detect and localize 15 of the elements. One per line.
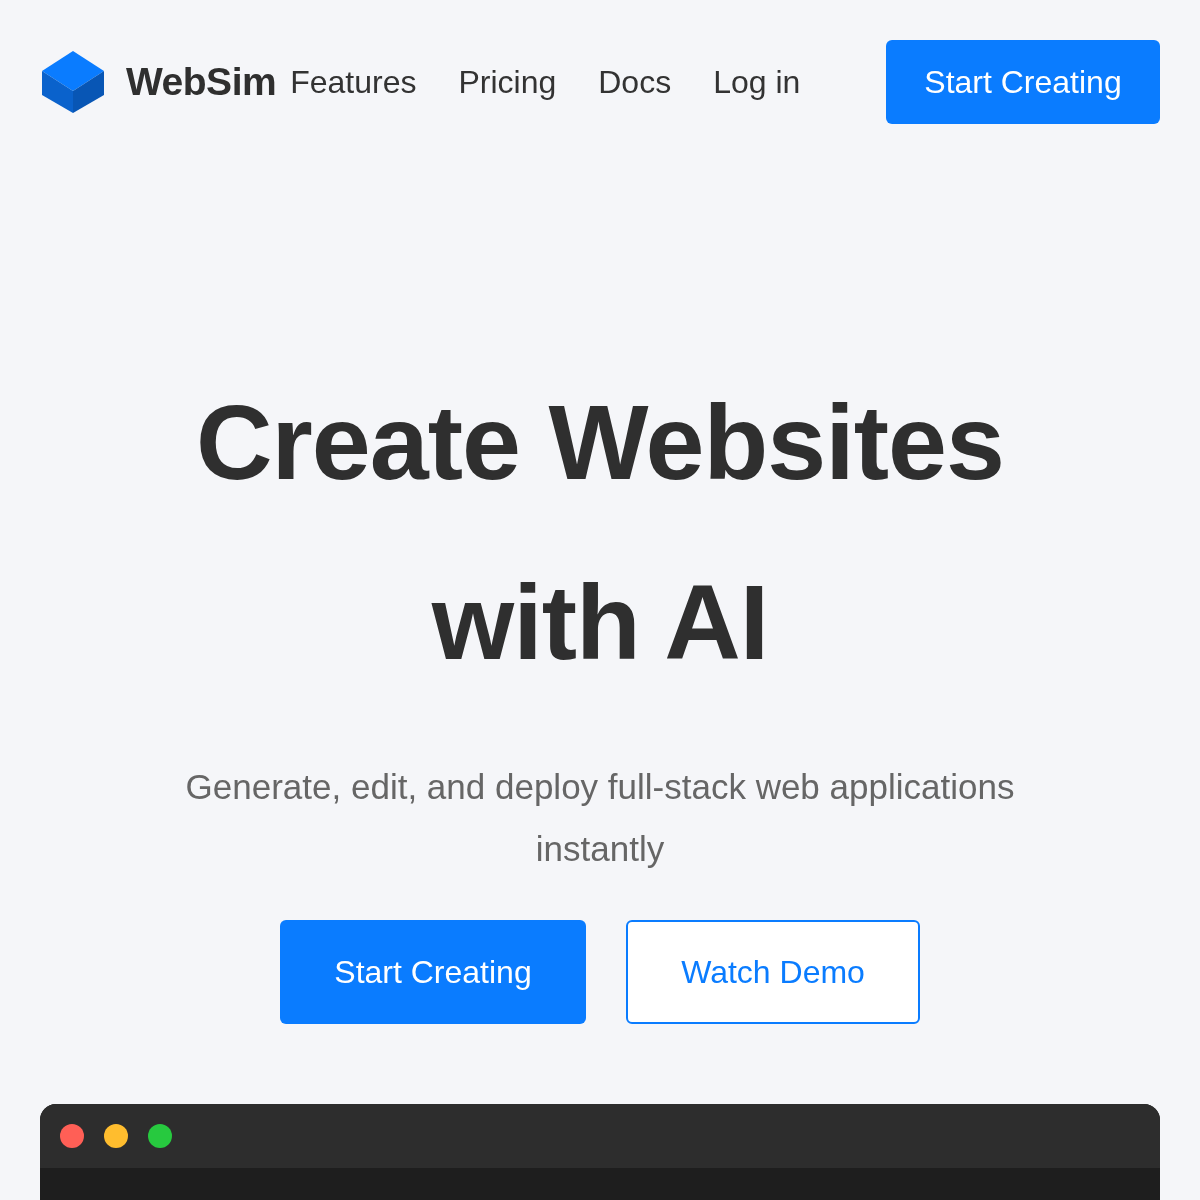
hero-title: with AI [430,562,770,683]
nav-link[interactable]: Features [290,63,417,101]
hero-title: Create Websites [196,382,1004,503]
nav-link[interactable]: Docs [598,63,672,101]
nav-link[interactable]: Pricing [458,63,557,101]
window-control-dot[interactable] [104,1124,128,1148]
window-control-dot[interactable] [60,1124,84,1148]
brand-name: WebSim [126,60,277,104]
hero-subtitle: Generate, edit, and deploy full-stack web applications instantly [184,766,1016,870]
nav-link[interactable]: Log in [713,63,801,101]
start-creating-button[interactable]: Start Creating [886,40,1160,124]
window-control-dot[interactable] [148,1124,172,1148]
watch-demo-button[interactable]: Watch Demo [626,920,920,1024]
start-creating-button[interactable]: Start Creating [280,920,586,1024]
cube-logo-icon [40,49,106,115]
